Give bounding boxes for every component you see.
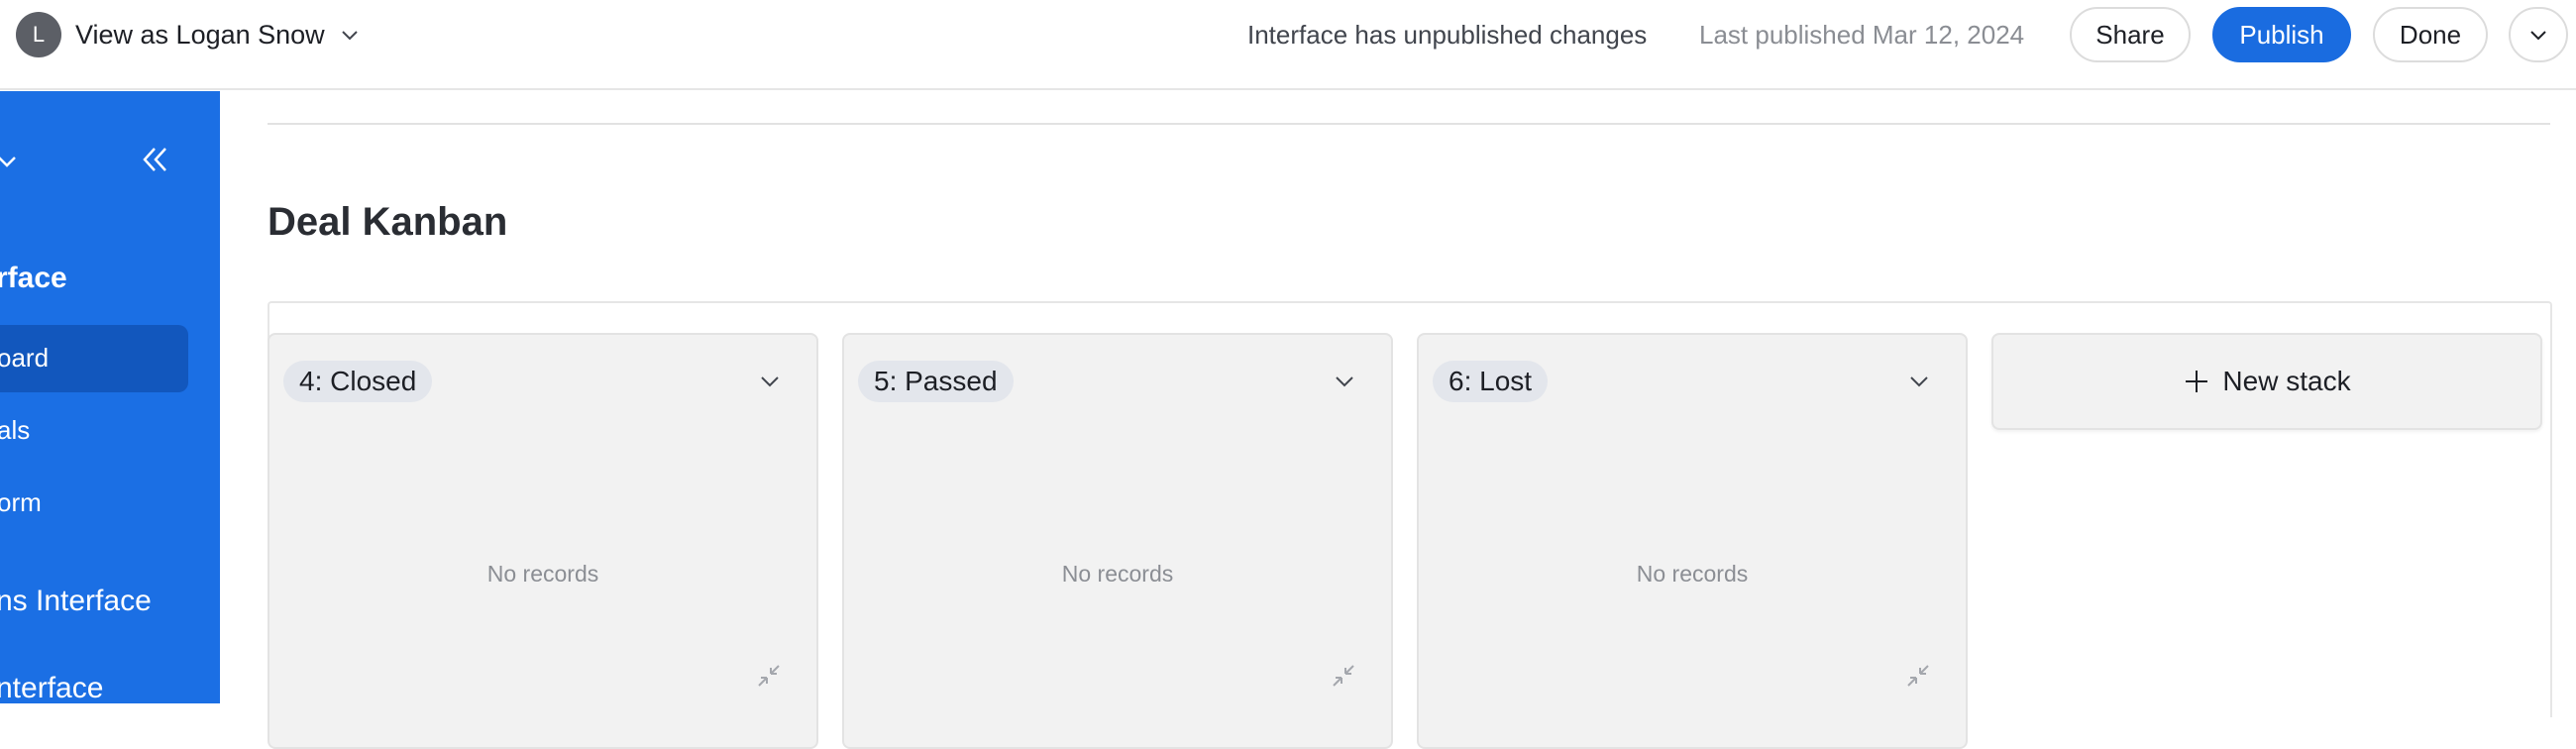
sidebar: rface oard als orm ns Interface nterface	[0, 91, 220, 703]
chevron-down-icon[interactable]	[757, 369, 783, 394]
page-title: Deal Kanban	[268, 200, 508, 244]
double-chevron-left-icon[interactable]	[139, 143, 172, 176]
more-options-button[interactable]	[2509, 7, 2568, 62]
stack-label: 5: Passed	[858, 361, 1014, 402]
kanban-stack: 4: Closed No records	[268, 333, 818, 749]
chevron-down-icon[interactable]	[1332, 369, 1357, 394]
kanban-board: 4: Closed No records 5: Passed No record…	[268, 301, 2552, 749]
sidebar-item-dashboard[interactable]: oard	[0, 343, 49, 374]
stack-label: 4: Closed	[283, 361, 433, 402]
view-as-selector[interactable]: L View as Logan Snow	[16, 12, 361, 57]
publish-button[interactable]: Publish	[2212, 7, 2351, 62]
chevron-down-icon	[2530, 31, 2546, 41]
new-stack-button[interactable]: New stack	[1991, 333, 2542, 430]
stack-label: 6: Lost	[1433, 361, 1549, 402]
top-bar: L View as Logan Snow Interface has unpub…	[0, 0, 2576, 90]
empty-state-text: No records	[1636, 561, 1749, 587]
sidebar-section-third-interface[interactable]: nterface	[0, 672, 103, 703]
empty-state-text: No records	[1061, 561, 1174, 587]
empty-state-text: No records	[486, 561, 599, 587]
avatar: L	[16, 12, 61, 57]
sidebar-section-second-interface[interactable]: ns Interface	[0, 585, 152, 618]
view-as-label: View as Logan Snow	[75, 19, 325, 50]
kanban-stack: 5: Passed No records	[842, 333, 1393, 749]
chevron-down-icon	[341, 31, 358, 41]
unpublished-status: Interface has unpublished changes	[1247, 20, 1648, 50]
plus-icon	[2186, 371, 2208, 392]
chevron-down-icon[interactable]	[1906, 369, 1932, 394]
collapse-arrows-icon[interactable]	[1330, 662, 1357, 690]
chevron-down-icon[interactable]	[0, 149, 20, 174]
collapse-arrows-icon[interactable]	[755, 662, 783, 690]
sidebar-item-deals[interactable]: als	[0, 415, 30, 446]
sidebar-item-form[interactable]: orm	[0, 487, 42, 518]
kanban-stack: 6: Lost No records	[1417, 333, 1968, 749]
divider	[268, 123, 2550, 125]
new-stack-label: New stack	[2222, 366, 2351, 396]
sidebar-section-interface[interactable]: rface	[0, 262, 67, 295]
main-content: Deal Kanban 4: Closed No records 5: Pass…	[220, 91, 2576, 749]
collapse-arrows-icon[interactable]	[1904, 662, 1932, 690]
last-published-status: Last published Mar 12, 2024	[1699, 20, 2025, 50]
done-button[interactable]: Done	[2373, 7, 2488, 62]
share-button[interactable]: Share	[2070, 7, 2191, 62]
